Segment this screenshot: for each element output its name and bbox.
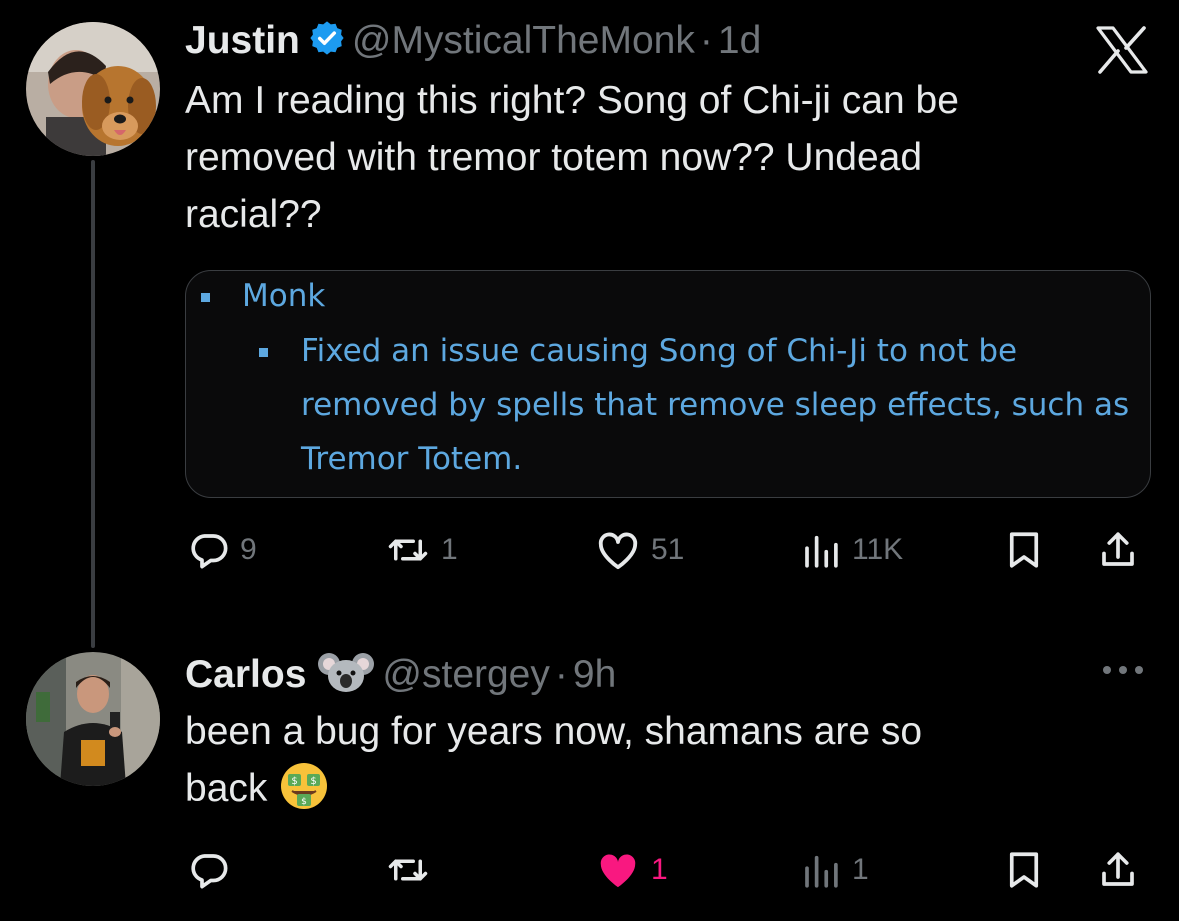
tweet-text-line: Am I reading this right? Song of Chi-ji …	[185, 79, 959, 122]
like-button[interactable]: 1	[595, 845, 668, 895]
heart-icon	[598, 532, 638, 570]
tweet-actions: 9 1 51 11K	[185, 525, 1145, 575]
like-count: 51	[651, 533, 685, 566]
repost-icon	[388, 859, 428, 881]
reply-icon	[191, 854, 228, 889]
bookmark-icon	[1009, 532, 1039, 568]
separator-dot: ·	[554, 653, 568, 696]
author-handle[interactable]: @MysticalTheMonk	[352, 19, 695, 62]
timestamp[interactable]: 1d	[718, 19, 761, 62]
bookmark-button[interactable]	[1003, 525, 1045, 575]
views-icon	[805, 535, 838, 568]
tweet-text: been a bug for years now, shamans are so…	[185, 703, 1145, 827]
card-body-line: Tremor Totem.	[301, 441, 523, 477]
repost-button[interactable]: 1	[385, 525, 458, 575]
bullet-icon	[201, 293, 210, 302]
repost-button[interactable]	[385, 845, 441, 895]
like-button[interactable]: 51	[595, 525, 684, 575]
more-options-icon[interactable]	[1100, 660, 1146, 685]
card-heading: Monk	[242, 278, 326, 314]
tweet-text-line: been a bug for years now, shamans are so	[185, 710, 923, 753]
reply-button[interactable]	[188, 845, 240, 895]
tweet-text-word: back	[185, 767, 268, 810]
share-icon	[1102, 532, 1134, 566]
bullet-icon	[259, 348, 268, 357]
tweet-header: Carlos @stergey · 9h	[185, 649, 616, 706]
views-button[interactable]: 1	[800, 845, 869, 895]
x-logo-icon	[1095, 26, 1149, 74]
author-name[interactable]: Carlos	[185, 653, 306, 696]
money-mouth-emoji-icon: $ $ $	[279, 761, 329, 827]
separator-dot: ·	[699, 19, 713, 62]
heart-filled-icon	[600, 854, 636, 888]
views-count: 11K	[852, 533, 904, 566]
bookmark-icon	[1009, 852, 1039, 888]
verified-badge-icon	[308, 19, 346, 68]
views-icon	[805, 855, 838, 888]
author-name[interactable]: Justin	[185, 19, 300, 62]
tweet-text-line: racial??	[185, 193, 322, 236]
bookmark-button[interactable]	[1003, 845, 1045, 895]
tweet-text-line: removed with tremor totem now?? Undead	[185, 136, 923, 179]
timestamp[interactable]: 9h	[573, 653, 616, 696]
svg-text:$: $	[302, 797, 308, 807]
views-count: 1	[852, 853, 869, 886]
svg-text:$: $	[311, 776, 317, 787]
attached-image[interactable]: Monk Fixed an issue causing Song of Chi-…	[185, 270, 1151, 498]
tweet-actions: 1 1	[185, 845, 1145, 895]
card-body-line: Fixed an issue causing Song of Chi-Ji to…	[301, 333, 1018, 369]
thread-line	[91, 160, 95, 648]
share-icon	[1102, 852, 1134, 886]
reply-count: 9	[240, 533, 257, 566]
tweet-header: Justin @MysticalTheMonk · 1d	[185, 18, 761, 68]
svg-text:$: $	[292, 776, 298, 787]
repost-icon	[388, 539, 428, 561]
tweet-text: Am I reading this right? Song of Chi-ji …	[185, 72, 1145, 243]
share-button[interactable]	[1097, 845, 1139, 895]
reply-button[interactable]: 9	[188, 525, 257, 575]
views-button[interactable]: 11K	[800, 525, 903, 575]
avatar[interactable]	[26, 22, 160, 156]
author-handle[interactable]: @stergey	[382, 653, 549, 696]
share-button[interactable]	[1097, 525, 1139, 575]
reply-icon	[191, 534, 228, 569]
tweet-text-line: back $ $ $	[185, 760, 1145, 827]
avatar[interactable]	[26, 652, 160, 786]
koala-emoji-icon	[318, 649, 375, 706]
repost-count: 1	[441, 533, 458, 566]
like-count: 1	[651, 853, 668, 886]
card-body-line: removed by spells that remove sleep effe…	[301, 387, 1130, 423]
